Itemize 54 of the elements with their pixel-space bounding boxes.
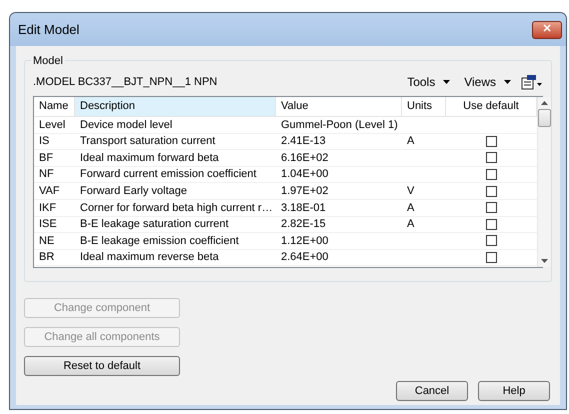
model-line: .MODEL BC337__BJT_NPN__1 NPN [33,74,218,90]
units-cell-text: V [407,184,414,199]
checkbox[interactable] [486,186,497,197]
value-cell-text: 1.12E+00 [281,234,328,249]
menu-button[interactable]: Views [464,73,511,91]
name-cell-text: ISE [39,217,57,232]
units-cell-text: A [407,134,414,150]
description-cell-text: Forward Early voltage [80,184,187,199]
description-cell-text: Ideal maximum forward beta [80,150,219,166]
value-cell-text: 1.97E+02 [281,184,328,199]
caret-icon [443,80,450,84]
action-button[interactable]: Reset to default [24,356,180,376]
description-cell-text: Transport saturation current [80,134,216,150]
description-cell-text: Corner for forward beta high current r… [80,200,273,216]
value-cell-text: Gummel-Poon (Level 1) [281,118,398,133]
checkbox[interactable] [486,218,497,230]
name-cell-text: BF [39,150,54,166]
name-cell-text: BR [39,250,54,266]
checkbox[interactable] [486,152,497,164]
name-cell-text: VAF [39,184,60,199]
description-cell-text: B-E leakage emission coefficient [80,234,239,249]
window-title: Edit Model [18,20,80,39]
properties-menu-icon[interactable] [521,74,543,90]
dialog-button[interactable]: Cancel [396,381,468,401]
description-cell-text: B-E leakage saturation current [80,217,229,232]
name-cell-text: NF [39,167,54,182]
value-cell-text: 3.18E-01 [281,200,326,216]
caret-icon [504,80,511,84]
value-cell-text: 2.41E-13 [281,134,326,150]
name-cell-text: IS [39,134,50,150]
menu-button[interactable]: Tools [407,73,450,91]
value-cell-text: 1.04E+00 [281,167,328,182]
scroll-up-icon[interactable] [541,101,548,105]
value-cell-text: 2.64E+00 [281,250,328,266]
description-cell-text: Ideal maximum reverse beta [80,250,219,266]
scroll-down-icon[interactable] [541,259,548,263]
name-cell-text: IKF [39,200,56,216]
value-cell-text: 6.16E+02 [281,150,328,166]
name-cell-text: NE [39,234,54,249]
checkbox[interactable] [486,202,497,214]
description-cell-text: Device model level [80,118,172,133]
description-cell-text: Forward current emission coefficient [80,167,256,182]
name-cell-text: Level [39,118,66,133]
scrollbar-thumb[interactable] [538,109,551,127]
checkbox[interactable] [486,235,497,246]
checkbox[interactable] [486,252,497,264]
dialog-button[interactable]: Help [478,381,550,401]
column-header[interactable]: Description [75,97,276,116]
scrollbar[interactable] [537,97,551,267]
value-cell-text: 2.82E-15 [281,217,326,232]
units-cell-text: A [407,200,414,216]
checkbox[interactable] [486,136,497,147]
units-cell-text: A [407,217,414,232]
checkbox[interactable] [486,169,497,180]
